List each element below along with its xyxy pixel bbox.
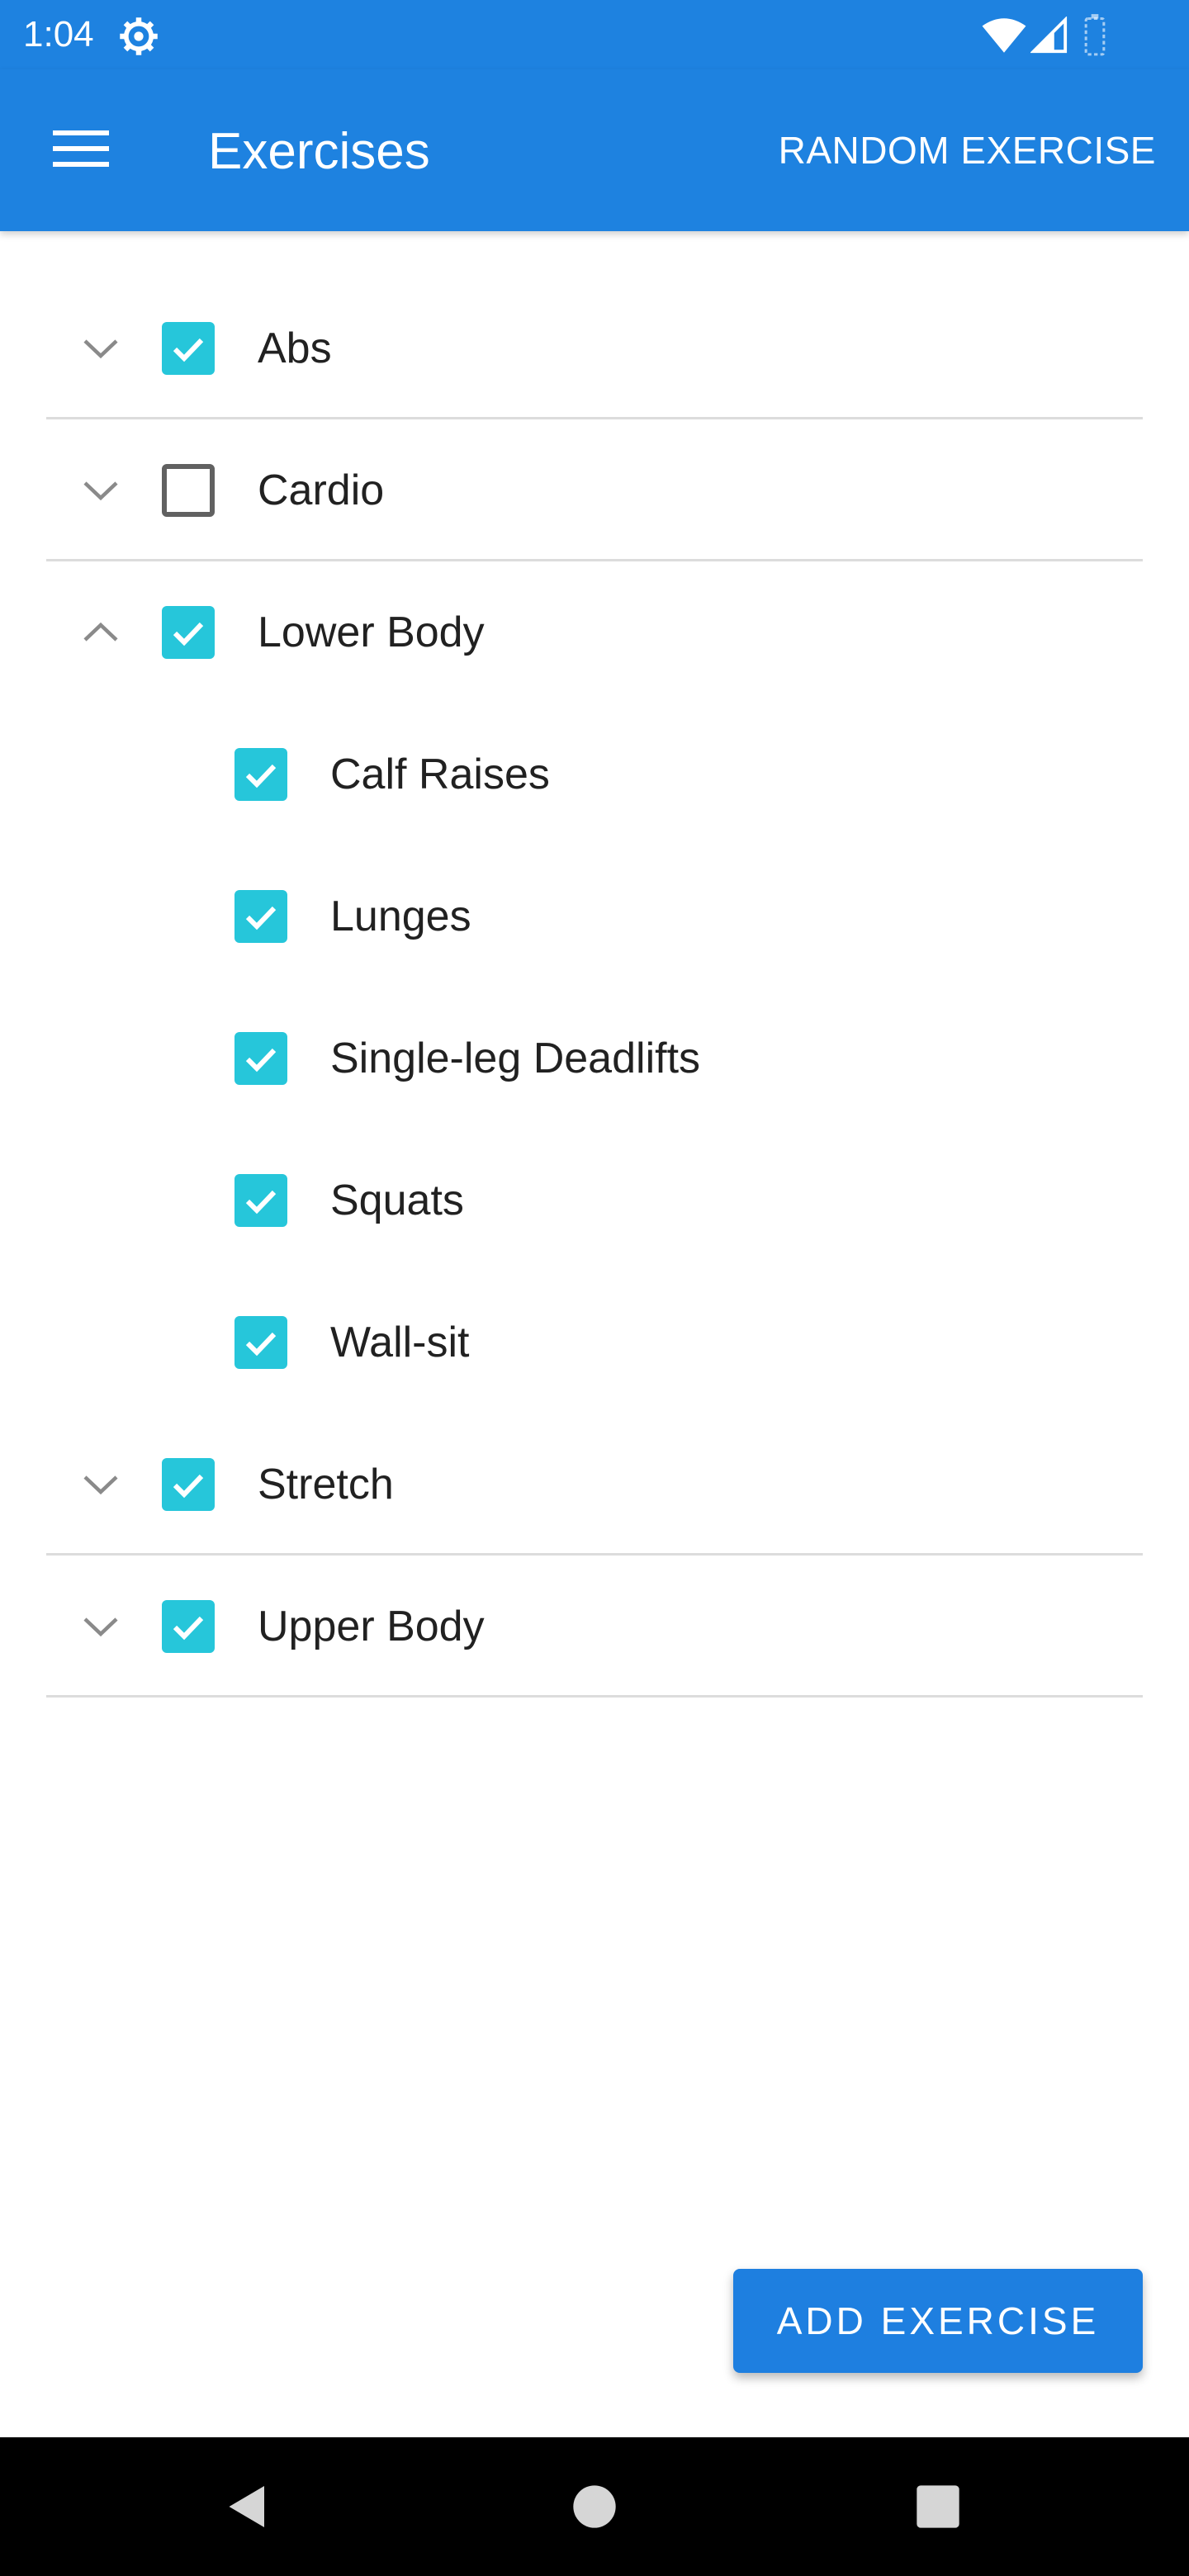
exercise-row-calf-raises[interactable]: Calf Raises — [0, 703, 1189, 845]
category-checkbox-stretch[interactable] — [162, 1458, 215, 1511]
chevron-down-icon[interactable] — [76, 1460, 126, 1509]
add-exercise-button[interactable]: ADD EXERCISE — [733, 2269, 1143, 2373]
checkmark-icon — [173, 622, 204, 646]
status-bar: 1:04 — [0, 0, 1189, 69]
chevron-up-icon[interactable] — [76, 608, 126, 657]
checkmark-icon — [245, 1332, 277, 1357]
checkmark-icon — [245, 764, 277, 788]
checkmark-icon — [173, 1616, 204, 1641]
category-label: Lower Body — [258, 608, 485, 656]
menu-button[interactable] — [40, 107, 122, 190]
checkmark-icon — [173, 338, 204, 362]
category-row-cardio[interactable]: Cardio — [0, 419, 1189, 561]
category-checkbox-abs[interactable] — [162, 322, 215, 375]
chevron-down-icon[interactable] — [76, 324, 126, 373]
home-icon[interactable] — [571, 2484, 618, 2530]
chevron-down-icon[interactable] — [76, 1602, 126, 1651]
exercise-row-wall-sit[interactable]: Wall-sit — [0, 1271, 1189, 1413]
exercise-checkbox-squats[interactable] — [234, 1174, 287, 1227]
app-bar: Exercises RANDOM EXERCISE — [0, 69, 1189, 231]
checkmark-icon — [173, 1474, 204, 1499]
hamburger-menu-icon — [53, 130, 109, 167]
category-row-lower-body[interactable]: Lower Body — [0, 561, 1189, 703]
battery-icon — [1084, 14, 1106, 56]
random-exercise-button[interactable]: RANDOM EXERCISE — [779, 117, 1156, 183]
category-checkbox-upper-body[interactable] — [162, 1600, 215, 1653]
back-icon[interactable] — [223, 2482, 272, 2531]
category-label: Upper Body — [258, 1603, 485, 1650]
exercise-checkbox-single-leg-deadlifts[interactable] — [234, 1032, 287, 1085]
wifi-icon — [982, 18, 1026, 53]
category-label: Abs — [258, 324, 332, 372]
status-time: 1:04 — [23, 14, 94, 54]
chevron-down-icon[interactable] — [76, 466, 126, 515]
category-checkbox-lower-body[interactable] — [162, 606, 215, 659]
exercise-checkbox-lunges[interactable] — [234, 890, 287, 943]
category-row-abs[interactable]: Abs — [0, 277, 1189, 419]
exercise-label: Lunges — [330, 893, 471, 940]
page-title: Exercises — [208, 123, 430, 180]
exercise-category-list: Abs Cardio Lower Body Calf Raises Lunges — [0, 277, 1189, 1698]
exercise-row-squats[interactable]: Squats — [0, 1129, 1189, 1271]
checkmark-icon — [245, 1190, 277, 1215]
checkmark-icon — [245, 906, 277, 930]
checkmark-icon — [245, 1048, 277, 1073]
exercise-label: Squats — [330, 1177, 464, 1224]
category-label: Cardio — [258, 466, 385, 514]
category-row-upper-body[interactable]: Upper Body — [0, 1556, 1189, 1698]
exercise-checkbox-calf-raises[interactable] — [234, 748, 287, 801]
exercise-row-single-leg-deadlifts[interactable]: Single-leg Deadlifts — [0, 987, 1189, 1129]
exercise-row-lunges[interactable]: Lunges — [0, 845, 1189, 987]
cell-signal-icon — [1030, 17, 1068, 54]
recent-apps-icon[interactable] — [915, 2484, 961, 2530]
category-label: Stretch — [258, 1461, 394, 1508]
system-navigation-bar — [0, 2437, 1189, 2576]
exercise-label: Single-leg Deadlifts — [330, 1035, 701, 1082]
settings-gear-icon — [120, 17, 158, 55]
exercise-label: Wall-sit — [330, 1319, 470, 1366]
exercise-label: Calf Raises — [330, 751, 550, 798]
category-checkbox-cardio[interactable] — [162, 464, 215, 517]
exercise-checkbox-wall-sit[interactable] — [234, 1316, 287, 1369]
category-row-stretch[interactable]: Stretch — [0, 1413, 1189, 1556]
